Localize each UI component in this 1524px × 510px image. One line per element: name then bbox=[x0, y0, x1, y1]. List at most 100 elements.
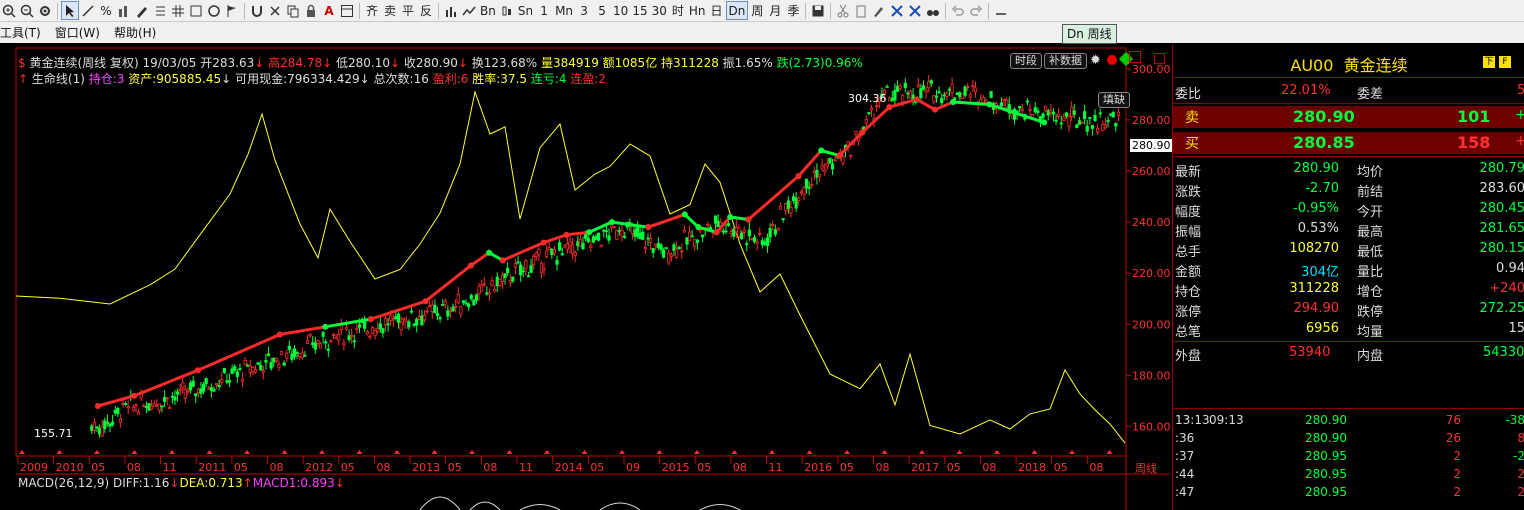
bar-icon[interactable] bbox=[115, 1, 133, 20]
binoculars-icon[interactable] bbox=[924, 1, 942, 20]
tab-30[interactable]: 30 bbox=[650, 1, 669, 20]
candle-body bbox=[417, 316, 421, 320]
menu-help[interactable]: 帮助(H) bbox=[107, 24, 163, 41]
candle-body bbox=[768, 228, 772, 238]
candle-body bbox=[555, 259, 559, 265]
list-icon[interactable] bbox=[151, 1, 169, 20]
zoom-in-icon[interactable] bbox=[0, 1, 18, 20]
undo-icon[interactable] bbox=[949, 1, 967, 20]
chart-area[interactable]: 300.00 280.00 260.00 240.00 220.00 200.00 180.… bbox=[0, 44, 1173, 510]
tab-week[interactable]: 周 bbox=[748, 1, 766, 20]
tab-10[interactable]: 10 bbox=[611, 1, 630, 20]
candle-body bbox=[1080, 122, 1084, 124]
draw-icon[interactable] bbox=[870, 1, 888, 20]
menu-window[interactable]: 窗口(W) bbox=[48, 24, 107, 41]
candle-body bbox=[716, 220, 720, 228]
menu-tools[interactable]: 工具(T) bbox=[0, 24, 48, 41]
paste-icon[interactable] bbox=[852, 1, 870, 20]
macd-dea: DEA:0.713 bbox=[179, 476, 243, 490]
macd-path bbox=[419, 496, 741, 510]
color-a-icon[interactable]: A bbox=[320, 1, 338, 20]
tab-day[interactable]: 日 bbox=[708, 1, 726, 20]
signal-marker bbox=[919, 450, 925, 454]
candle-body bbox=[937, 91, 941, 94]
date-tick-label: 08 bbox=[875, 461, 889, 474]
label-qi[interactable]: 齐 bbox=[363, 1, 381, 20]
divider bbox=[1173, 156, 1524, 157]
minimize-icon[interactable] bbox=[992, 1, 1010, 20]
buy-row[interactable]: 买 280.85 158 + bbox=[1173, 132, 1524, 154]
rect-icon[interactable] bbox=[187, 1, 205, 20]
signal-marker bbox=[656, 450, 663, 454]
expand-icon[interactable] bbox=[1129, 51, 1141, 63]
label-ping[interactable]: 平 bbox=[399, 1, 417, 20]
candle-body bbox=[833, 159, 837, 162]
label-fan[interactable]: 反 bbox=[417, 1, 435, 20]
magnet-icon[interactable] bbox=[248, 1, 266, 20]
line-tool-icon[interactable] bbox=[79, 1, 97, 20]
tab-season[interactable]: 季 bbox=[784, 1, 802, 20]
date-tick-label: 05 bbox=[947, 461, 961, 474]
label-sell[interactable]: 卖 bbox=[381, 1, 399, 20]
candle-body bbox=[391, 318, 395, 321]
toolbar: % A 齐 卖 平 反 Bn Sn 1 Mn 3 5 10 15 30 时 Hn… bbox=[0, 0, 1524, 22]
sell-row[interactable]: 卖 280.90 101 + bbox=[1173, 106, 1524, 128]
tab-15[interactable]: 15 bbox=[630, 1, 649, 20]
tab-hn[interactable]: Hn bbox=[687, 1, 708, 20]
tab-hour[interactable]: 时 bbox=[669, 1, 687, 20]
tab-month[interactable]: 月 bbox=[766, 1, 784, 20]
candle-body bbox=[456, 294, 460, 304]
zoom-out-icon[interactable] bbox=[18, 1, 36, 20]
settings-icon[interactable] bbox=[36, 1, 54, 20]
candle-body bbox=[220, 379, 224, 383]
lock-icon[interactable] bbox=[302, 1, 320, 20]
redo-icon[interactable] bbox=[967, 1, 985, 20]
line-chart-icon[interactable] bbox=[460, 1, 478, 20]
tab-sn[interactable]: Sn bbox=[516, 1, 535, 20]
f-icon[interactable]: F bbox=[1499, 56, 1511, 68]
pen-icon[interactable] bbox=[133, 1, 151, 20]
flag-icon[interactable] bbox=[223, 1, 241, 20]
stat-value: 0.53% bbox=[1297, 221, 1339, 236]
trend-dot bbox=[986, 101, 993, 108]
tick-row: :36 280.90 26 8 bbox=[1173, 430, 1524, 450]
fill-data-button[interactable]: 补数据 bbox=[1044, 53, 1087, 69]
candle-body bbox=[1111, 111, 1115, 118]
cross-tool-2-icon[interactable] bbox=[906, 1, 924, 20]
candle-body bbox=[155, 404, 159, 407]
panel-toggle-icon[interactable] bbox=[1154, 53, 1165, 64]
bar-chart-icon[interactable] bbox=[442, 1, 460, 20]
signal-marker bbox=[19, 450, 25, 454]
frame-icon[interactable] bbox=[338, 1, 356, 20]
circle-icon[interactable] bbox=[205, 1, 223, 20]
candle-body bbox=[175, 391, 180, 395]
cursor-icon[interactable] bbox=[61, 1, 79, 20]
candle-body bbox=[225, 380, 229, 383]
candle-body bbox=[1103, 124, 1108, 128]
t-icon[interactable]: 下 bbox=[1483, 56, 1495, 68]
period-button[interactable]: 时段 bbox=[1010, 53, 1042, 69]
tab-bn[interactable]: Bn bbox=[478, 1, 498, 20]
gear-icon[interactable]: ✹ bbox=[1090, 53, 1101, 68]
candles-icon[interactable] bbox=[498, 1, 516, 20]
kline-chart[interactable]: 300.00 280.00 260.00 240.00 220.00 200.00 180.… bbox=[0, 44, 1172, 510]
tab-mn[interactable]: Mn bbox=[553, 1, 575, 20]
save-icon[interactable] bbox=[809, 1, 827, 20]
candle-body bbox=[383, 318, 388, 326]
tab-1[interactable]: 1 bbox=[535, 1, 553, 20]
grid-icon[interactable] bbox=[169, 1, 187, 20]
copy-icon[interactable] bbox=[284, 1, 302, 20]
cross-tool-icon[interactable] bbox=[888, 1, 906, 20]
trend-dot bbox=[931, 106, 938, 113]
scissors-icon[interactable] bbox=[834, 1, 852, 20]
candle-body bbox=[734, 226, 738, 233]
candle-body bbox=[144, 406, 148, 408]
candle-body bbox=[1109, 113, 1113, 116]
tab-3[interactable]: 3 bbox=[575, 1, 593, 20]
close-icon[interactable] bbox=[266, 1, 284, 20]
red-dot-icon[interactable] bbox=[1107, 55, 1117, 65]
tab-dn[interactable]: Dn bbox=[725, 1, 749, 20]
tab-5[interactable]: 5 bbox=[593, 1, 611, 20]
fill-gap-button[interactable]: 填缺 bbox=[1098, 92, 1130, 108]
percent-icon[interactable]: % bbox=[97, 1, 115, 20]
